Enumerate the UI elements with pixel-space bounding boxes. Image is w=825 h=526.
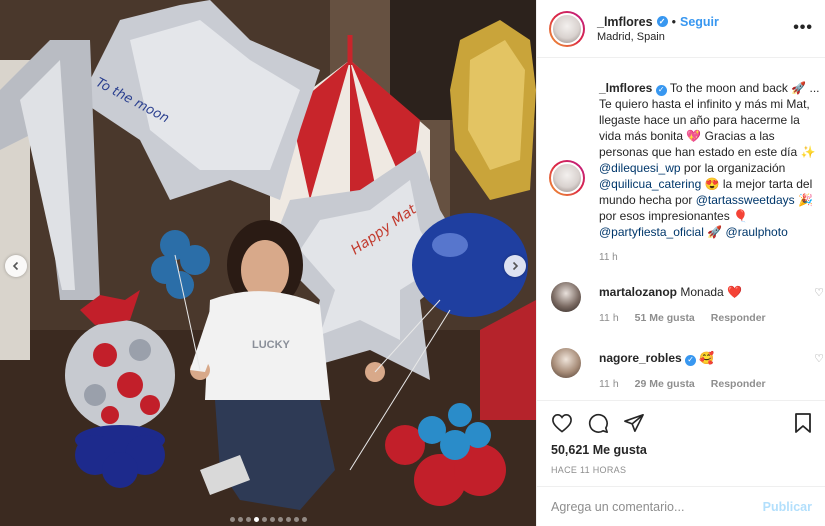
comment-text: 🥰 [699,351,715,365]
commenter-username[interactable]: nagore_robles [599,351,682,365]
carousel-indicator [0,517,536,522]
reply-button[interactable]: Responder [711,378,766,390]
carousel-dot [261,517,267,522]
verified-badge-icon: ✓ [656,16,668,27]
like-button[interactable] [551,413,573,433]
reply-button[interactable]: Responder [711,312,766,324]
verified-badge-icon: ✓ [655,84,667,96]
caption-timestamp[interactable]: 11 h [599,250,820,266]
caption-text-2: por la organización [680,161,786,175]
comment-item: martalozanop Monada ❤️ 11 h 51 Me gusta … [551,282,825,342]
photo-scene: To the moon Happy Mat LUCKY [0,0,536,526]
author-avatar[interactable] [549,10,585,47]
comment-text: Monada ❤️ [680,285,742,299]
commenter-avatar[interactable] [551,348,581,378]
carousel-dot [237,517,243,522]
carousel-dot [277,517,283,522]
post-details-panel: _lmflores ✓ • Seguir Madrid, Spain ••• _… [536,0,825,526]
caption-username[interactable]: _lmflores [599,81,652,95]
post-caption: _lmflores ✓ To the moon and back 🚀 ... T… [549,58,825,266]
mention-link[interactable]: @tartassweetdays [696,193,795,207]
comment-likes[interactable]: 29 Me gusta [635,378,695,390]
comment-likes[interactable]: 51 Me gusta [635,312,695,324]
carousel-dot [245,517,251,522]
chevron-left-icon [12,261,19,271]
comment-timestamp[interactable]: 11 h [599,312,619,324]
verified-badge-icon: ✓ [685,354,697,366]
comment-item: nagore_robles ✓ 🥰 11 h 29 Me gusta Respo… [551,348,825,400]
post-location[interactable]: Madrid, Spain [597,31,719,43]
mention-link[interactable]: @partyfiesta_oficial [599,225,704,239]
comment-button[interactable] [587,412,609,434]
carousel-dot [293,517,299,522]
post-actions: 50,621 Me gusta HACE 11 HORAS [537,400,825,486]
more-options-icon[interactable]: ••• [793,19,813,37]
carousel-dot [253,517,259,522]
follow-button[interactable]: Seguir [680,15,719,29]
save-button[interactable] [794,412,812,434]
chevron-right-icon [512,261,519,271]
shirt-text: LUCKY [252,339,291,351]
carousel-dot [229,517,235,522]
comment-timestamp[interactable]: 11 h [599,378,619,390]
post-header: _lmflores ✓ • Seguir Madrid, Spain ••• [537,0,825,58]
share-icon [624,414,644,432]
previous-slide-button[interactable] [5,255,27,277]
commenter-username[interactable]: martalozanop [599,285,677,299]
carousel-dot [269,517,275,522]
comment-like-icon[interactable]: ♡ [814,286,824,299]
carousel-dot [285,517,291,522]
comments-section: _lmflores ✓ To the moon and back 🚀 ... T… [537,58,825,400]
bookmark-icon [795,413,811,433]
heart-icon [552,413,572,433]
mention-link[interactable]: @dilequesi_wp [599,161,681,175]
post-photo[interactable]: To the moon Happy Mat LUCKY [0,0,536,526]
publish-button[interactable]: Publicar [763,500,812,514]
mention-link[interactable]: @quilicua_catering [599,177,701,191]
share-button[interactable] [623,413,645,433]
author-username[interactable]: _lmflores [597,15,653,29]
mention-link[interactable]: @raulphoto [726,225,788,239]
caption-avatar[interactable] [549,160,585,196]
next-slide-button[interactable] [504,255,526,277]
likes-count[interactable]: 50,621 Me gusta [551,443,812,457]
comment-bubble-icon [588,413,608,433]
commenter-avatar[interactable] [551,282,581,312]
add-comment-bar: Publicar [537,486,825,526]
carousel-dot [301,517,307,522]
separator-dot: • [671,14,676,29]
comment-like-icon[interactable]: ♡ [814,352,824,365]
caption-text-5: 🚀 [703,225,726,239]
comment-input[interactable] [551,499,763,514]
post-time-ago[interactable]: HACE 11 HORAS [551,465,812,475]
